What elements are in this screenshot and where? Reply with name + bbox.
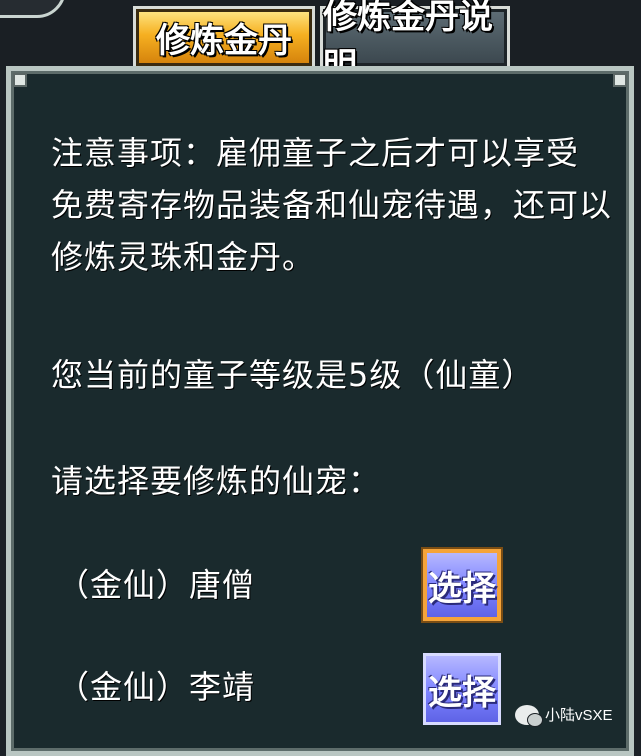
corner-ornament [0,0,66,18]
pet-select-prompt: 请选择要修炼的仙宠： [51,462,382,500]
notice-line-3: 修炼灵珠和金丹。 [51,238,316,276]
tab-refine-golden-pill[interactable]: 修炼金丹 [133,6,315,66]
pet-name-lijing: （金仙）李靖 [57,668,256,706]
rivet-top-right [613,73,627,87]
notice-line-2: 免费寄存物品装备和仙宠待遇，还可以 [51,186,613,224]
select-button-tangseng[interactable]: 选择 [421,547,503,623]
rivet-top-left [13,73,27,87]
pet-name-tangseng: （金仙）唐僧 [57,566,256,604]
select-button-lijing[interactable]: 选择 [423,653,501,725]
top-bar: 修炼金丹 修炼金丹说明 [0,0,641,86]
watermark-text: 小陆vSXE [545,707,613,724]
notice-line-1: 注意事项：雇佣童子之后才可以享受 [51,134,580,172]
content-panel: 注意事项：雇佣童子之后才可以享受 免费寄存物品装备和仙宠待遇，还可以 修炼灵珠和… [6,66,634,756]
tab-refine-golden-pill-help[interactable]: 修炼金丹说明 [320,0,510,86]
wechat-icon [515,704,543,727]
watermark: 小陆vSXE [515,704,613,727]
level-text: 您当前的童子等级是5级（仙童） [51,356,535,394]
